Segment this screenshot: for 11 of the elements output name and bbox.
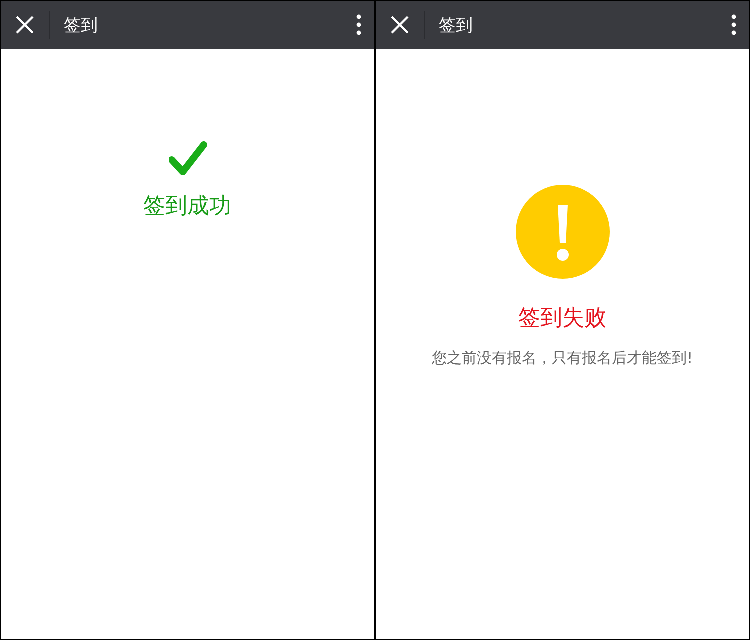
- page-title: 签到: [64, 14, 99, 36]
- success-message: 签到成功: [144, 193, 232, 221]
- page-title: 签到: [439, 14, 474, 36]
- failure-detail: 您之前没有报名，只有报名后才能签到!: [432, 349, 693, 368]
- checkmark-icon: [168, 141, 206, 177]
- warning-icon: [516, 185, 610, 279]
- close-icon[interactable]: [390, 15, 410, 35]
- failure-message: 签到失败: [518, 305, 606, 333]
- close-icon[interactable]: [15, 15, 35, 35]
- more-icon[interactable]: [356, 14, 362, 36]
- more-icon[interactable]: [731, 14, 737, 36]
